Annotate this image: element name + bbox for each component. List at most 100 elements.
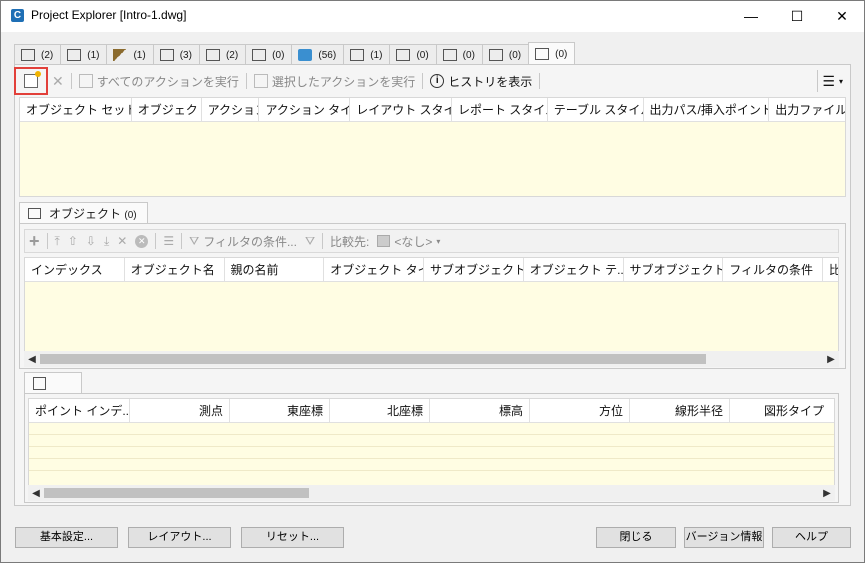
grid-options-button[interactable]: ☰ ▾	[817, 70, 847, 92]
list-view-button[interactable]: ☰	[159, 230, 178, 252]
tab-profile-views[interactable]: (0)	[435, 44, 483, 65]
clear-objects-button[interactable]: ✕	[131, 230, 152, 252]
basic-settings-button[interactable]: 基本設定...	[15, 527, 118, 548]
tab-parcels[interactable]: (2)	[198, 44, 247, 65]
tab-object-sets[interactable]: (0)	[528, 42, 576, 65]
points-grid-header: ポイント インデ... 測点 東座標 北座標 標高 方位 線形半径 図形タイプ	[29, 399, 834, 423]
scroll-thumb[interactable]	[44, 488, 309, 498]
column-header[interactable]: 測点	[130, 399, 230, 423]
column-header[interactable]: オブジェクト テ...	[524, 258, 624, 282]
alignment-icon	[21, 49, 35, 61]
tab-count: (3)	[179, 49, 192, 61]
run-all-icon	[78, 74, 93, 88]
new-object-set-icon	[24, 71, 41, 88]
scroll-right-icon[interactable]: ▶	[819, 488, 835, 499]
layout-button[interactable]: レイアウト...	[128, 527, 231, 548]
show-history-button[interactable]: i ヒストリを表示	[426, 70, 536, 92]
column-header[interactable]: オブジェクト	[132, 98, 202, 122]
column-header[interactable]: フィルタの条件	[723, 258, 823, 282]
list-icon: ☰	[163, 234, 175, 248]
object-set-grid: オブジェクト セット名 オブジェクト アクション アクション タイプ レイアウト…	[19, 97, 846, 197]
reset-button[interactable]: リセット...	[241, 527, 344, 548]
column-header[interactable]: オブジェクト タイプ	[324, 258, 424, 282]
move-down-button[interactable]: ⇩	[82, 230, 100, 252]
column-header[interactable]: 図形タイプ	[730, 399, 830, 423]
add-object-button[interactable]: +	[25, 230, 44, 252]
tab-sample-lines[interactable]: (3)	[152, 44, 200, 65]
tab-points[interactable]	[24, 372, 82, 394]
column-header[interactable]: アクション	[202, 98, 260, 122]
table-row[interactable]	[29, 435, 834, 447]
move-up-button[interactable]: ⇧	[64, 230, 82, 252]
clear-filter-button[interactable]: ⛛	[301, 230, 319, 252]
table-row[interactable]	[29, 447, 834, 459]
column-header[interactable]: 出力ファイル	[769, 98, 845, 122]
column-header[interactable]: アクション タイプ	[259, 98, 351, 122]
objects-horizontal-scrollbar[interactable]: ◀ ▶	[24, 351, 839, 367]
column-header[interactable]: 比	[823, 258, 838, 282]
move-bottom-button[interactable]: ⤓	[100, 230, 113, 252]
column-header[interactable]: レイアウト スタイル	[350, 98, 452, 122]
compare-dropdown[interactable]: <なし> ▾	[373, 230, 444, 252]
run-selected-actions-button[interactable]: 選択したアクションを実行	[250, 70, 419, 92]
profile-view-icon	[442, 49, 457, 61]
points-horizontal-scrollbar[interactable]: ◀ ▶	[28, 485, 835, 501]
clear-filter-icon: ⛛	[304, 233, 316, 248]
tab-alignments[interactable]: (2)	[14, 44, 62, 65]
delete-button[interactable]: ✕	[48, 70, 68, 92]
column-header[interactable]: 親の名前	[225, 258, 325, 282]
arrow-top-icon: ⤒	[54, 233, 60, 248]
tab-count: (1)	[87, 49, 100, 61]
column-header[interactable]: 北座標	[330, 399, 430, 423]
tab-count: (56)	[318, 49, 337, 61]
run-all-actions-button[interactable]: すべてのアクションを実行	[75, 70, 243, 92]
column-header[interactable]: 標高	[430, 399, 530, 423]
column-header[interactable]: オブジェクト セット名	[20, 98, 132, 122]
column-header[interactable]: 東座標	[230, 399, 330, 423]
table-row[interactable]	[29, 459, 834, 471]
column-header[interactable]: テーブル スタイル	[548, 98, 644, 122]
scroll-left-icon[interactable]: ◀	[24, 354, 40, 365]
column-header[interactable]: 線形半径	[630, 399, 730, 423]
tab-pipe-networks[interactable]: (1)	[60, 44, 108, 65]
tab-corridors[interactable]: (1)	[106, 44, 154, 65]
column-header[interactable]: レポート スタイル	[452, 98, 548, 122]
column-header[interactable]: 出力パス/挿入ポイント	[644, 98, 770, 122]
tab-section-views[interactable]: (0)	[481, 44, 530, 65]
column-header[interactable]: サブオブジェクト...	[424, 258, 524, 282]
column-header[interactable]: ポイント インデ...	[29, 399, 130, 423]
scroll-track[interactable]	[44, 485, 819, 501]
structure-icon	[396, 49, 411, 61]
column-header[interactable]: サブオブジェクト...	[624, 258, 724, 282]
help-button[interactable]: ヘルプ	[772, 527, 851, 548]
column-header[interactable]: 方位	[530, 399, 630, 423]
toolbar-separator	[70, 73, 72, 89]
new-object-set-button[interactable]	[14, 67, 48, 95]
objects-grid: インデックス オブジェクト名 親の名前 オブジェクト タイプ サブオブジェクト.…	[24, 257, 839, 352]
run-selected-icon	[253, 74, 268, 88]
scroll-thumb[interactable]	[40, 354, 706, 364]
sample-line-icon	[159, 49, 174, 61]
column-header[interactable]: オブジェクト名	[125, 258, 225, 282]
scroll-right-icon[interactable]: ▶	[823, 354, 839, 365]
close-button[interactable]: 閉じる	[596, 527, 676, 548]
scroll-left-icon[interactable]: ◀	[28, 488, 44, 499]
tab-objects[interactable]: オブジェクト (0)	[19, 202, 148, 224]
version-info-button[interactable]: バージョン情報	[684, 527, 764, 548]
tab-feature-lines[interactable]: (0)	[245, 44, 293, 65]
tab-survey-figures[interactable]: (56)	[291, 44, 345, 65]
remove-object-button[interactable]: ✕	[113, 230, 131, 252]
close-window-button[interactable]: ✕	[819, 0, 865, 32]
delete-icon: ✕	[52, 72, 64, 89]
filter-conditions-button[interactable]: ⛛ フィルタの条件...	[185, 230, 301, 252]
toolbar-separator	[322, 233, 324, 249]
column-header[interactable]: インデックス	[25, 258, 125, 282]
minimize-button[interactable]: —	[728, 0, 774, 32]
table-row[interactable]	[29, 423, 834, 435]
maximize-button[interactable]: ☐	[774, 0, 820, 32]
tab-structures[interactable]: (0)	[389, 44, 437, 65]
move-top-button[interactable]: ⤒	[51, 230, 64, 252]
scroll-track[interactable]	[40, 351, 823, 367]
point-tab-icon	[33, 377, 46, 390]
tab-pressure-networks[interactable]: (1)	[343, 44, 391, 65]
